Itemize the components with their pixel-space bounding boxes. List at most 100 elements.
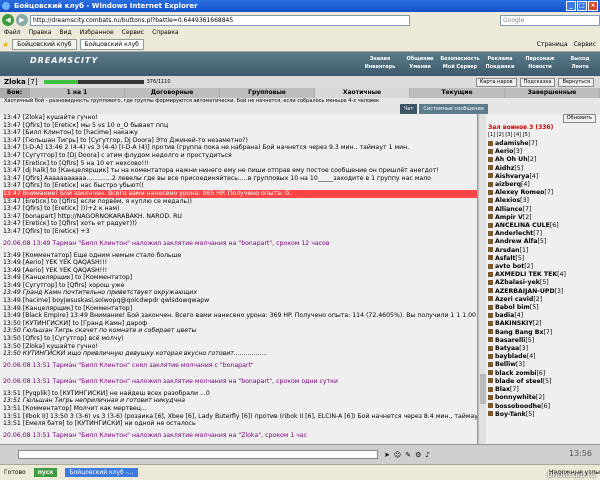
user-name[interactable]: Asfalt xyxy=(495,255,515,262)
clear-icon[interactable]: ✎ xyxy=(405,451,411,459)
top-menu-item[interactable]: Общение xyxy=(400,56,440,62)
back-button[interactable]: ◀ xyxy=(2,14,14,26)
top-menu-item[interactable]: Умения xyxy=(400,64,440,70)
top-menu-item[interactable]: Реклама xyxy=(480,56,520,62)
tab-finished[interactable]: Завершенные xyxy=(505,88,600,98)
tab-chaotic[interactable]: Хаотичные xyxy=(315,88,410,98)
user-list-item[interactable]: Babol bim[5] xyxy=(488,304,598,312)
sound-icon[interactable]: ♪ xyxy=(425,451,429,459)
user-name[interactable]: Bang Bang Bx xyxy=(495,329,543,336)
user-list-item[interactable]: AZERBAIJAN-UPD[3] xyxy=(488,288,598,296)
user-name[interactable]: Ah Oh Uh xyxy=(495,156,528,163)
tools-menu[interactable]: Сервис xyxy=(574,41,596,48)
user-name[interactable]: Boy-Tank xyxy=(495,411,526,418)
user-list-item[interactable]: Azeri cavid[2] xyxy=(488,296,598,304)
user-name[interactable]: Belliw xyxy=(495,361,516,368)
user-name[interactable]: Batyaa xyxy=(495,345,519,352)
user-list-item[interactable]: BAKINSKIY[2] xyxy=(488,320,598,328)
user-name[interactable]: BAKINSKIY xyxy=(495,320,533,327)
user-name[interactable]: Azeri cavid xyxy=(495,296,533,303)
top-menu-item[interactable]: Новости xyxy=(520,64,560,70)
return-button[interactable]: Вернуться xyxy=(558,77,594,87)
user-list-item[interactable]: AXMEDLI TEK TEK[4] xyxy=(488,271,598,279)
top-menu-item[interactable]: Знания xyxy=(360,56,400,62)
close-button[interactable]: × xyxy=(588,1,598,11)
user-list-item[interactable]: Alexey Romeo[7] xyxy=(488,189,598,197)
user-name[interactable]: black zombi xyxy=(495,370,537,377)
hint-button[interactable]: Подсказка xyxy=(519,77,556,87)
user-name[interactable]: blade of steel xyxy=(495,378,543,385)
user-list-item[interactable]: Batyaa[3] xyxy=(488,345,598,353)
player-name[interactable]: Zlokа xyxy=(4,78,26,86)
menu-favorites[interactable]: Избранное xyxy=(80,28,114,38)
user-list-item[interactable]: Alliance[7] xyxy=(488,206,598,214)
user-list-item[interactable]: Belliw[3] xyxy=(488,361,598,369)
user-name[interactable]: badia xyxy=(495,312,514,319)
user-list-item[interactable]: adamishe[7] xyxy=(488,140,598,148)
user-name[interactable]: Ampir V xyxy=(495,214,523,221)
user-list-item[interactable]: AZbalasi-yek[5] xyxy=(488,279,598,287)
user-list-item[interactable]: blade of steel[5] xyxy=(488,378,598,386)
user-name[interactable]: avto bot xyxy=(495,263,524,270)
user-name[interactable]: bonnywhite xyxy=(495,394,536,401)
chat-input[interactable] xyxy=(18,450,378,459)
menu-tools[interactable]: Сервис xyxy=(122,28,144,38)
user-name[interactable]: Basarelli xyxy=(495,337,525,344)
user-list-item[interactable]: Asfalt[5] xyxy=(488,255,598,263)
chat-scrollbar[interactable] xyxy=(478,114,486,444)
user-name[interactable]: Arsdan xyxy=(495,247,520,254)
top-menu-item[interactable]: Мой Сервер xyxy=(440,64,480,70)
user-name[interactable]: Aishvarya xyxy=(495,173,529,180)
user-name[interactable]: Anderlecht xyxy=(495,230,533,237)
forward-button[interactable]: ▶ xyxy=(16,14,28,26)
smile-icon[interactable]: ☺ xyxy=(394,451,401,459)
user-name[interactable]: AZERBAIJAN-UPD xyxy=(495,288,555,295)
top-menu-item[interactable]: Выход xyxy=(560,56,600,62)
tab-group[interactable]: Групповые xyxy=(220,88,315,98)
browser-tab-2[interactable]: Бойцовский клуб xyxy=(79,39,144,50)
user-list-item[interactable]: Andrew Alfa[5] xyxy=(488,238,598,246)
user-list-item[interactable]: Aerio[3] xyxy=(488,148,598,156)
user-list-item[interactable]: bossoboodhe[6] xyxy=(488,403,598,411)
tab-1v1[interactable]: 1 на 1 xyxy=(30,88,125,98)
user-list-item[interactable]: Basarelli[5] xyxy=(488,337,598,345)
user-list-item[interactable]: black zombi[6] xyxy=(488,370,598,378)
search-input[interactable]: Google xyxy=(500,14,600,26)
user-name[interactable]: adamishe xyxy=(495,140,529,147)
user-list-item[interactable]: Anderlecht[7] xyxy=(488,230,598,238)
top-menu-item[interactable]: Безопасность xyxy=(440,56,480,62)
menu-file[interactable]: Файл xyxy=(4,28,21,38)
user-list-item[interactable]: Aishvarya[4] xyxy=(488,173,598,181)
top-menu-item[interactable]: Лента xyxy=(560,64,600,70)
user-name[interactable]: aizberq xyxy=(495,181,521,188)
user-name[interactable]: Andrew Alfa xyxy=(495,238,538,245)
user-list-item[interactable]: badia[4] xyxy=(488,312,598,320)
user-list-item[interactable]: Aidhz[5] xyxy=(488,165,598,173)
top-menu-item[interactable]: Поединки xyxy=(480,64,520,70)
user-list-item[interactable]: bayblade[4] xyxy=(488,353,598,361)
user-name[interactable]: Alliance xyxy=(495,206,523,213)
user-list-item[interactable]: ANCELINA CULE[6] xyxy=(488,222,598,230)
url-field[interactable]: http://dreamscity.combats.ru/buttons.pl?… xyxy=(30,14,410,26)
menu-view[interactable]: Вид xyxy=(59,28,71,38)
user-name[interactable]: Aerio xyxy=(495,148,513,155)
user-name[interactable]: Alexey Romeo xyxy=(495,189,544,196)
taskbar-item[interactable]: Бойцовский клуб -... xyxy=(65,468,138,477)
user-name[interactable]: Blax xyxy=(495,386,510,393)
room-pages[interactable]: [1] [2] [3] [4] [5] xyxy=(488,132,530,138)
maximize-button[interactable]: □ xyxy=(577,1,587,11)
tab-current[interactable]: Текущие xyxy=(410,88,505,98)
start-button[interactable]: пуск xyxy=(33,468,58,477)
user-name[interactable]: AZbalasi-yek xyxy=(495,279,540,286)
user-name[interactable]: Babol bim xyxy=(495,304,530,311)
user-name[interactable]: Aidhz xyxy=(495,165,514,172)
user-name[interactable]: ANCELINA CULE xyxy=(495,222,550,229)
tab-contract[interactable]: Договорные xyxy=(125,88,220,98)
page-menu[interactable]: Страница xyxy=(537,41,568,48)
menu-edit[interactable]: Правка xyxy=(29,28,52,38)
minimize-button[interactable]: _ xyxy=(566,1,576,11)
user-name[interactable]: Alexios xyxy=(495,197,520,204)
refresh-button[interactable]: Обновить xyxy=(562,114,596,123)
filter-icon[interactable]: ⚙ xyxy=(415,451,421,459)
user-list-item[interactable]: Alexios[3] xyxy=(488,197,598,205)
